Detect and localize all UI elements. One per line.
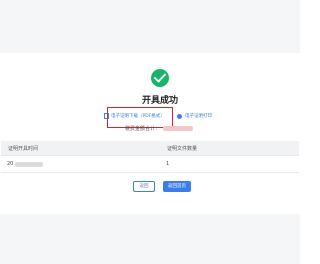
divider — [1, 172, 299, 173]
file-icon — [104, 113, 109, 119]
amount-total: 税费金额合计： — [125, 125, 194, 132]
print-link[interactable]: 电子证明打印 — [177, 113, 212, 119]
print-label: 电子证明打印 — [185, 114, 212, 119]
amount-value-redacted — [163, 126, 194, 131]
divider — [1, 155, 299, 156]
download-pdf-link[interactable]: 电子证明下载（PDF格式） — [104, 113, 165, 119]
table-cell-count: 1 — [166, 161, 170, 167]
home-button[interactable]: 返回首页 — [163, 181, 191, 192]
download-pdf-label: 电子证明下载（PDF格式） — [111, 114, 165, 119]
page-title: 开具成功 — [141, 96, 178, 106]
table-header: 证明开具时间 证明文件数量 — [1, 141, 299, 155]
column-header-count: 证明文件数量 — [167, 146, 198, 152]
time-value-redacted — [15, 161, 44, 167]
bottom-background — [0, 214, 300, 264]
return-button[interactable]: 返回 — [133, 181, 155, 192]
print-icon — [177, 113, 182, 119]
column-header-time: 证明开具时间 — [8, 146, 39, 152]
time-value: 20 — [7, 161, 14, 167]
amount-label: 税费金额合计： — [125, 126, 161, 132]
table-cell-time: 20 — [7, 161, 44, 167]
top-background — [0, 0, 300, 53]
success-check-icon — [151, 69, 169, 87]
